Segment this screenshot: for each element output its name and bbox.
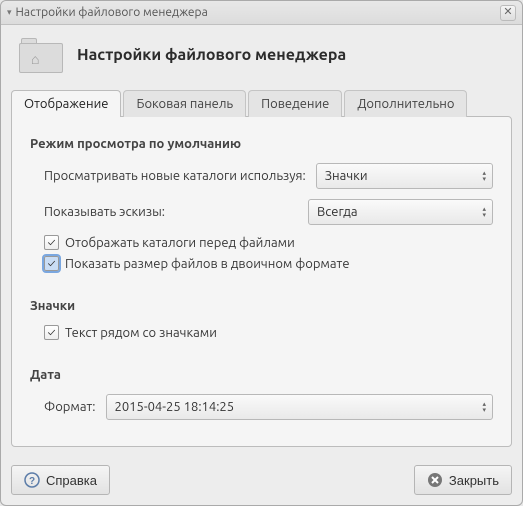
label-binary-size[interactable]: Показать размер файлов в двоичном формат… <box>65 257 350 271</box>
close-button[interactable]: Закрыть <box>414 465 512 495</box>
window-menu-icon[interactable]: ▾ <box>7 7 12 18</box>
label-text-beside-icons[interactable]: Текст рядом со значками <box>65 326 217 340</box>
label-folders-before-files[interactable]: Отображать каталоги перед файлами <box>65 236 295 250</box>
tab-advanced[interactable]: Дополнительно <box>344 90 467 117</box>
tab-sidepanel[interactable]: Боковая панель <box>123 90 246 117</box>
tab-behavior[interactable]: Поведение <box>248 90 342 117</box>
section-icons: Значки <box>30 299 493 313</box>
help-icon: ? <box>24 472 40 488</box>
section-default-view: Режим просмотра по умолчанию <box>30 137 493 151</box>
window-close-button[interactable]: ✕ <box>500 5 516 21</box>
checkbox-folders-before-files[interactable]: ✓ <box>44 235 59 250</box>
combo-view-mode[interactable]: Значки ▴▾ <box>316 163 493 189</box>
dialog-footer: ? Справка Закрыть <box>1 457 522 505</box>
combo-view-mode-value: Значки <box>325 169 368 183</box>
svg-text:?: ? <box>29 476 35 487</box>
section-date: Дата <box>30 368 493 382</box>
label-view-new-folders: Просматривать новые каталоги используя: <box>44 169 306 183</box>
label-format: Формат: <box>44 400 96 414</box>
combo-date-format[interactable]: 2015-04-25 18:14:25 ▴▾ <box>106 394 493 420</box>
dialog-title: Настройки файлового менеджера <box>77 46 346 64</box>
dialog-header: ⌂ Настройки файлового менеджера <box>1 25 522 89</box>
help-button-label: Справка <box>46 473 97 488</box>
file-manager-icon: ⌂ <box>17 35 65 75</box>
tab-bar: Отображение Боковая панель Поведение Доп… <box>1 90 522 117</box>
close-button-label: Закрыть <box>449 473 499 488</box>
spinner-icon: ▴▾ <box>482 401 486 413</box>
window-title: Настройки файлового менеджера <box>16 6 500 19</box>
combo-thumbnails-value: Всегда <box>317 205 358 219</box>
preferences-window: ▾ Настройки файлового менеджера ✕ ⌂ Наст… <box>0 0 523 506</box>
spinner-icon: ▴▾ <box>482 206 486 218</box>
spinner-icon: ▴▾ <box>482 170 486 182</box>
help-button[interactable]: ? Справка <box>11 465 110 495</box>
combo-date-format-value: 2015-04-25 18:14:25 <box>115 400 235 414</box>
checkbox-text-beside-icons[interactable]: ✓ <box>44 325 59 340</box>
close-icon <box>427 472 443 488</box>
checkbox-binary-size[interactable]: ✓ <box>44 256 59 271</box>
titlebar[interactable]: ▾ Настройки файлового менеджера ✕ <box>1 1 522 25</box>
tab-display[interactable]: Отображение <box>11 90 121 117</box>
tab-panel-display: Режим просмотра по умолчанию Просматрива… <box>11 116 512 447</box>
label-show-thumbnails: Показывать эскизы: <box>44 205 298 219</box>
combo-thumbnails[interactable]: Всегда ▴▾ <box>308 199 493 225</box>
